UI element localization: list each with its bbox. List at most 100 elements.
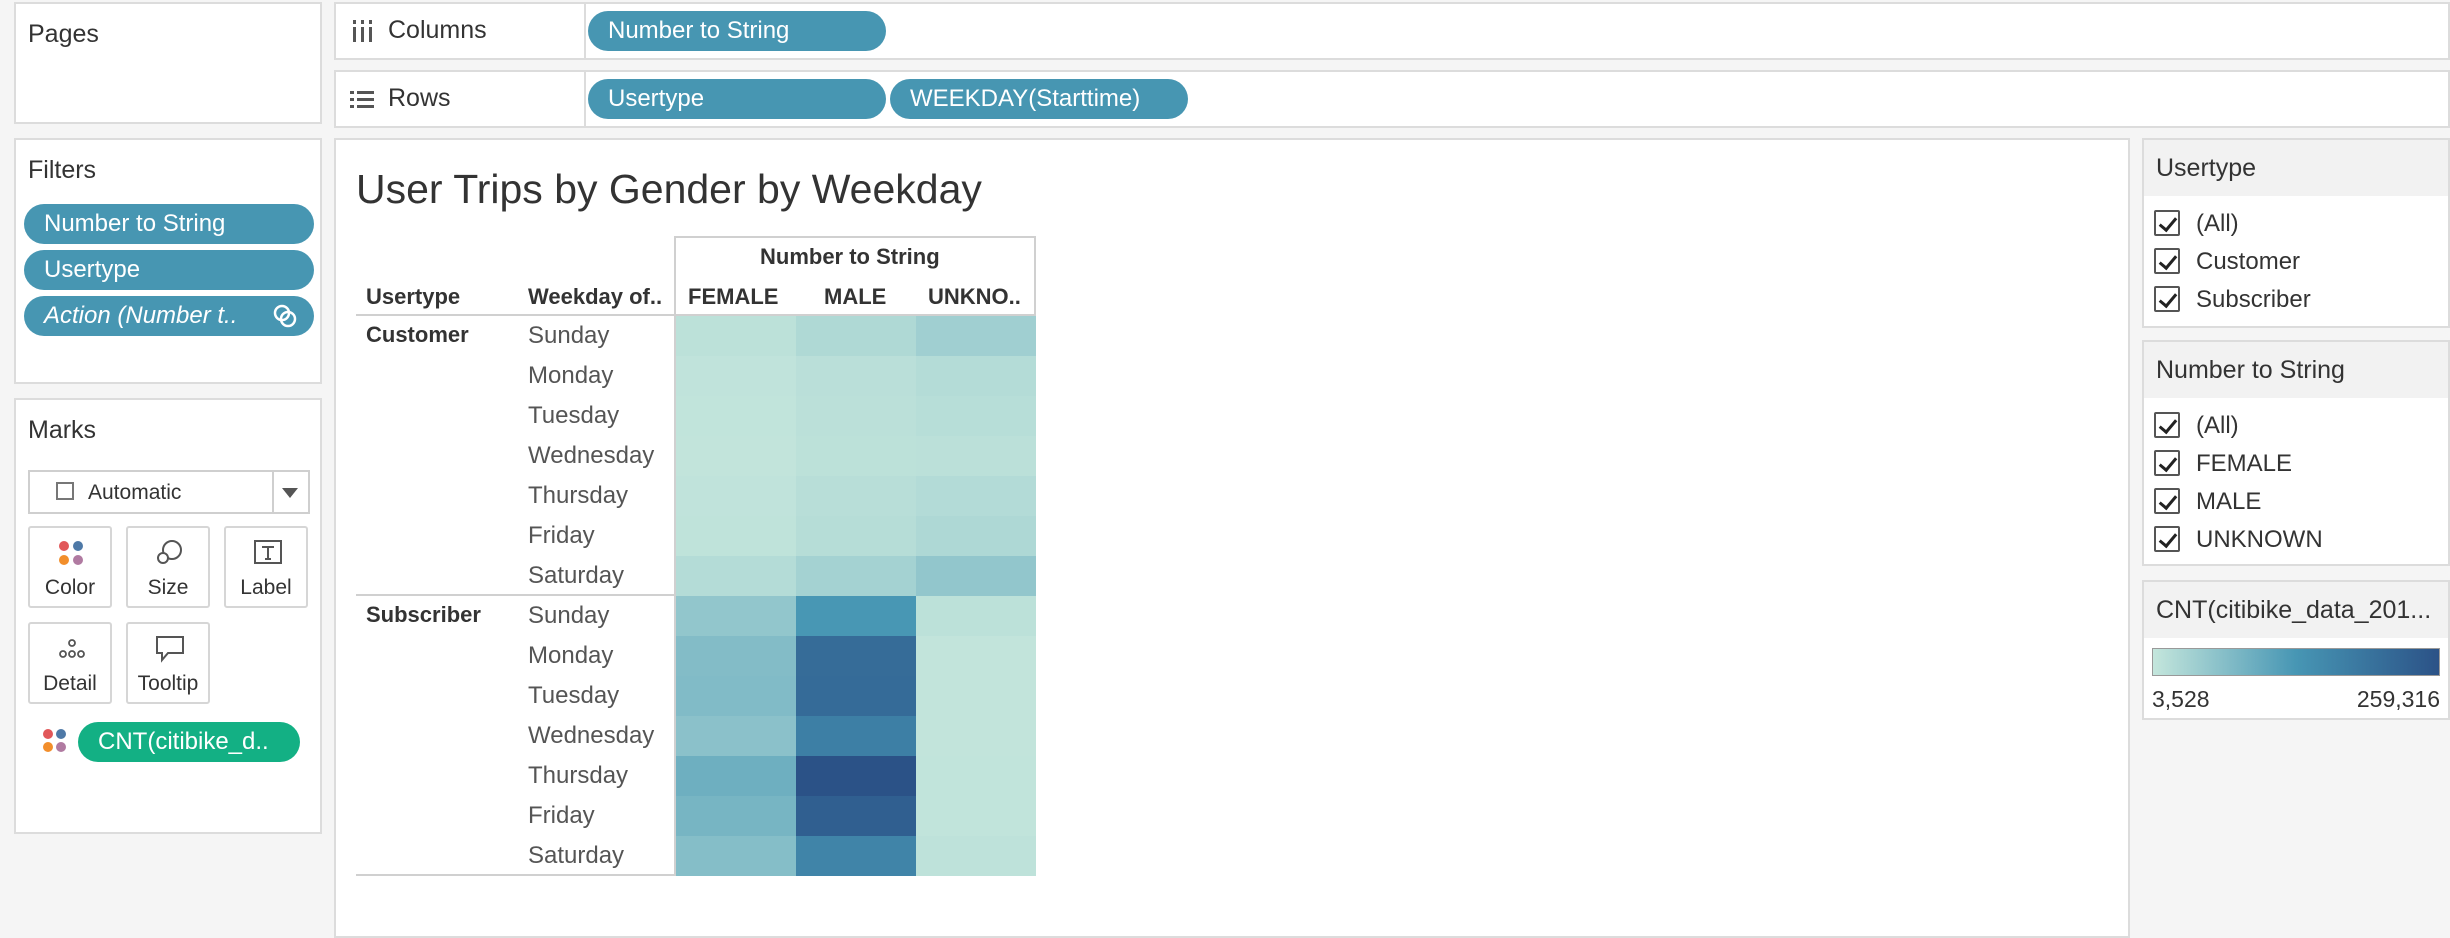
filter-pill-number-to-string[interactable]: Number to String [24,204,314,244]
heatmap-cell-female[interactable] [676,316,796,356]
heatmap-cell-male[interactable] [796,636,916,676]
columns-shelf-label: Columns [336,4,586,58]
column-header-top-border [674,236,1036,238]
heatmap-cell-female[interactable] [676,356,796,396]
filter-option-unknown[interactable]: UNKNOWN [2154,524,2434,556]
size-button-label: Size [147,576,189,599]
usertype-filter-title: Usertype [2156,154,2257,182]
filter-option-female[interactable]: FEMALE [2154,448,2434,480]
tooltip-button[interactable]: Tooltip [126,622,210,704]
heatmap-cell-unknown[interactable] [916,796,1036,836]
color-icon [59,541,83,565]
heatmap-cell-female[interactable] [676,796,796,836]
heatmap-cell-female[interactable] [676,476,796,516]
size-button[interactable]: Size [126,526,210,608]
day-label[interactable]: Monday [528,642,613,670]
filter-option-subscriber[interactable]: Subscriber [2154,284,2434,316]
row-header-weekday[interactable]: Weekday of.. [528,284,662,310]
marks-panel: Marks Automatic Color Size Label Detail … [14,398,322,834]
heatmap-cell-male[interactable] [796,796,916,836]
heatmap-cell-male[interactable] [796,556,916,596]
heatmap-cell-unknown[interactable] [916,556,1036,596]
heatmap-cell-unknown[interactable] [916,436,1036,476]
pages-panel: Pages [14,2,322,124]
column-header-male[interactable]: MALE [824,284,886,310]
mark-type-select[interactable]: Automatic [28,470,310,514]
heatmap-cell-female[interactable] [676,836,796,876]
usertype-filter-header: Usertype [2144,140,2448,196]
heatmap-cell-female[interactable] [676,396,796,436]
color-button[interactable]: Color [28,526,112,608]
day-label[interactable]: Friday [528,802,595,830]
heatmap-cell-male[interactable] [796,356,916,396]
columns-shelf[interactable]: Columns Number to String [334,2,2450,60]
heatmap-cell-unknown[interactable] [916,716,1036,756]
heatmap-cell-male[interactable] [796,756,916,796]
rows-shelf[interactable]: Rows Usertype WEEKDAY(Starttime) [334,70,2450,128]
day-label[interactable]: Wednesday [528,722,654,750]
filter-option-male[interactable]: MALE [2154,486,2434,518]
filter-option-label: Subscriber [2196,286,2311,313]
measure-pill[interactable]: CNT(citibike_d.. [78,722,300,762]
heatmap-cell-male[interactable] [796,396,916,436]
day-label[interactable]: Thursday [528,482,628,510]
heatmap-cell-unknown[interactable] [916,836,1036,876]
day-label[interactable]: Saturday [528,562,624,590]
heatmap-cell-unknown[interactable] [916,676,1036,716]
heatmap-cell-female[interactable] [676,716,796,756]
label-button[interactable]: Label [224,526,308,608]
day-label[interactable]: Sunday [528,602,609,630]
day-label[interactable]: Friday [528,522,595,550]
heatmap-cell-unknown[interactable] [916,596,1036,636]
heatmap-cell-unknown[interactable] [916,476,1036,516]
tooltip-icon [156,636,184,663]
heatmap-cell-unknown[interactable] [916,636,1036,676]
checkbox-icon [2154,210,2180,236]
heatmap-cell-female[interactable] [676,676,796,716]
day-label[interactable]: Sunday [528,322,609,350]
heatmap-cell-male[interactable] [796,476,916,516]
heatmap-cell-female[interactable] [676,556,796,596]
heatmap-cell-female[interactable] [676,596,796,636]
rows-pill-usertype[interactable]: Usertype [588,79,886,119]
filter-pill-usertype[interactable]: Usertype [24,250,314,290]
day-label[interactable]: Monday [528,362,613,390]
day-label[interactable]: Tuesday [528,682,619,710]
day-label[interactable]: Saturday [528,842,624,870]
day-label[interactable]: Thursday [528,762,628,790]
filter-option-label: Customer [2196,248,2301,275]
heatmap-cell-female[interactable] [676,436,796,476]
heatmap-cell-unknown[interactable] [916,396,1036,436]
legend-header: CNT(citibike_data_201... [2144,582,2448,638]
group-label-subscriber[interactable]: Subscriber [366,602,481,628]
heatmap-cell-female[interactable] [676,636,796,676]
filter-pill-action[interactable]: Action (Number t.. [24,296,314,336]
column-header-female[interactable]: FEMALE [688,284,778,310]
rows-pill-weekday[interactable]: WEEKDAY(Starttime) [890,79,1188,119]
row-header-usertype[interactable]: Usertype [366,284,460,310]
heatmap-cell-female[interactable] [676,516,796,556]
heatmap-cell-unknown[interactable] [916,756,1036,796]
filter-option-all[interactable]: (All) [2154,208,2434,240]
heatmap-cell-male[interactable] [796,836,916,876]
day-label[interactable]: Tuesday [528,402,619,430]
heatmap-cell-male[interactable] [796,676,916,716]
heatmap-cell-male[interactable] [796,316,916,356]
heatmap-cell-female[interactable] [676,756,796,796]
filter-option-all[interactable]: (All) [2154,410,2434,442]
filter-option-customer[interactable]: Customer [2154,246,2434,278]
heatmap-cell-unknown[interactable] [916,516,1036,556]
heatmap-cell-male[interactable] [796,716,916,756]
view-title: User Trips by Gender by Weekday [356,166,982,212]
heatmap-cell-male[interactable] [796,436,916,476]
column-header-unknown[interactable]: UNKNO.. [928,284,1021,310]
heatmap-cell-male[interactable] [796,516,916,556]
detail-button[interactable]: Detail [28,622,112,704]
heatmap-cell-male[interactable] [796,596,916,636]
day-label[interactable]: Wednesday [528,442,654,470]
heatmap-cell-unknown[interactable] [916,316,1036,356]
heatmap-cell-unknown[interactable] [916,356,1036,396]
group-label-customer[interactable]: Customer [366,322,469,348]
text-icon [254,540,282,564]
columns-pill-number-to-string[interactable]: Number to String [588,11,886,51]
